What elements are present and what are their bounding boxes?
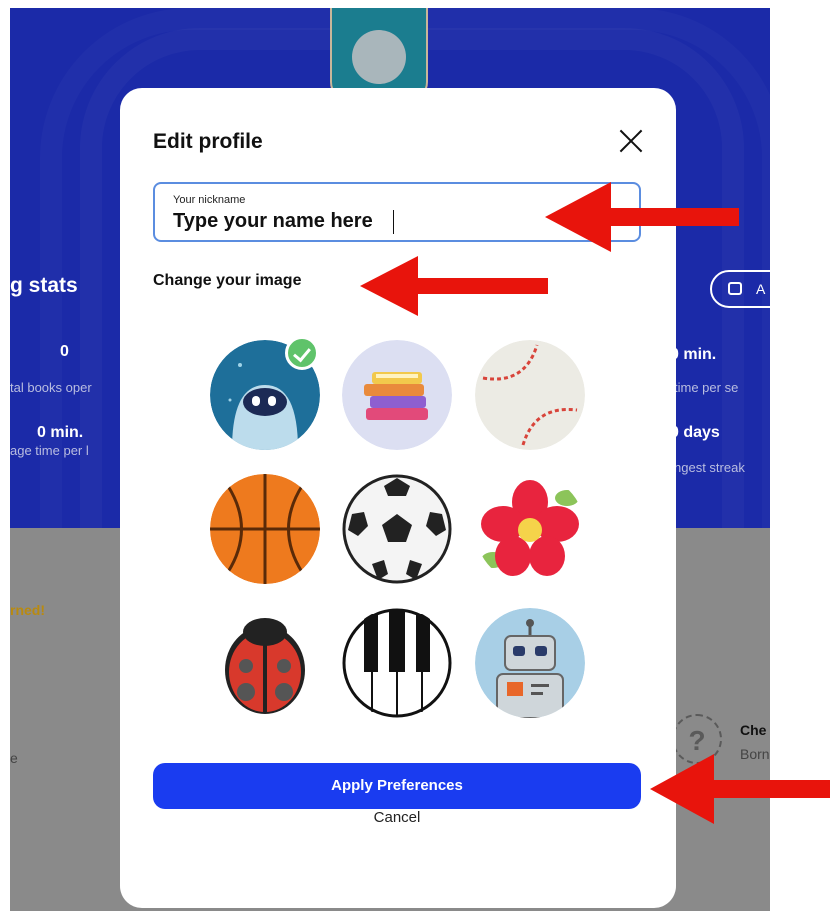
annotation-arrow-nickname xyxy=(545,182,739,252)
nickname-label: Your nickname xyxy=(173,194,246,206)
stat-session-label: time per se xyxy=(674,380,739,395)
date-filter-pill[interactable]: A xyxy=(710,270,770,308)
stat-avg-time-value: 0 min. xyxy=(37,424,84,441)
nickname-input[interactable]: Type your name here xyxy=(173,210,373,233)
close-icon[interactable] xyxy=(618,128,644,154)
stats-heading: g stats xyxy=(10,274,78,297)
cancel-button[interactable]: Cancel xyxy=(153,806,641,830)
stat-streak-value: 0 days xyxy=(670,424,720,441)
stat-session-value: 0 min. xyxy=(670,346,717,363)
modal-title: Edit profile xyxy=(153,130,263,153)
basketball-icon xyxy=(210,474,320,584)
flower-icon xyxy=(475,474,585,584)
earned-text: rned! xyxy=(10,602,45,618)
annotation-arrow-image xyxy=(360,256,548,316)
avatar-soccer-ball[interactable] xyxy=(342,474,452,584)
stat-avg-time-label: age time per l xyxy=(10,443,89,458)
stat-streak-label: ngest streak xyxy=(674,460,745,475)
avatar-baseball[interactable] xyxy=(475,340,585,450)
apply-preferences-button[interactable]: Apply Preferences xyxy=(153,763,641,809)
avatar-basketball[interactable] xyxy=(210,474,320,584)
soccer-ball-icon xyxy=(342,474,452,584)
avatar-robot[interactable] xyxy=(475,608,585,718)
selected-check-icon xyxy=(285,336,319,370)
baseball-icon xyxy=(475,340,585,450)
change-image-label: Change your image xyxy=(153,272,302,289)
avatar-flower[interactable] xyxy=(475,474,585,584)
text-caret xyxy=(393,210,394,234)
piano-keys-icon xyxy=(342,608,452,718)
card-title: Che xyxy=(740,722,767,738)
avatar-piano-keys[interactable] xyxy=(342,608,452,718)
ladybug-icon xyxy=(210,608,320,718)
annotation-arrow-apply xyxy=(650,754,830,824)
stat-books-value: 0 xyxy=(60,343,69,360)
avatar-books[interactable] xyxy=(342,340,452,450)
books-icon xyxy=(342,340,452,450)
avatar-ladybug[interactable] xyxy=(210,608,320,718)
stat-books-label: tal books oper xyxy=(10,380,92,395)
robot-icon xyxy=(475,608,585,718)
side-text: e xyxy=(10,750,18,766)
calendar-icon xyxy=(728,282,742,295)
